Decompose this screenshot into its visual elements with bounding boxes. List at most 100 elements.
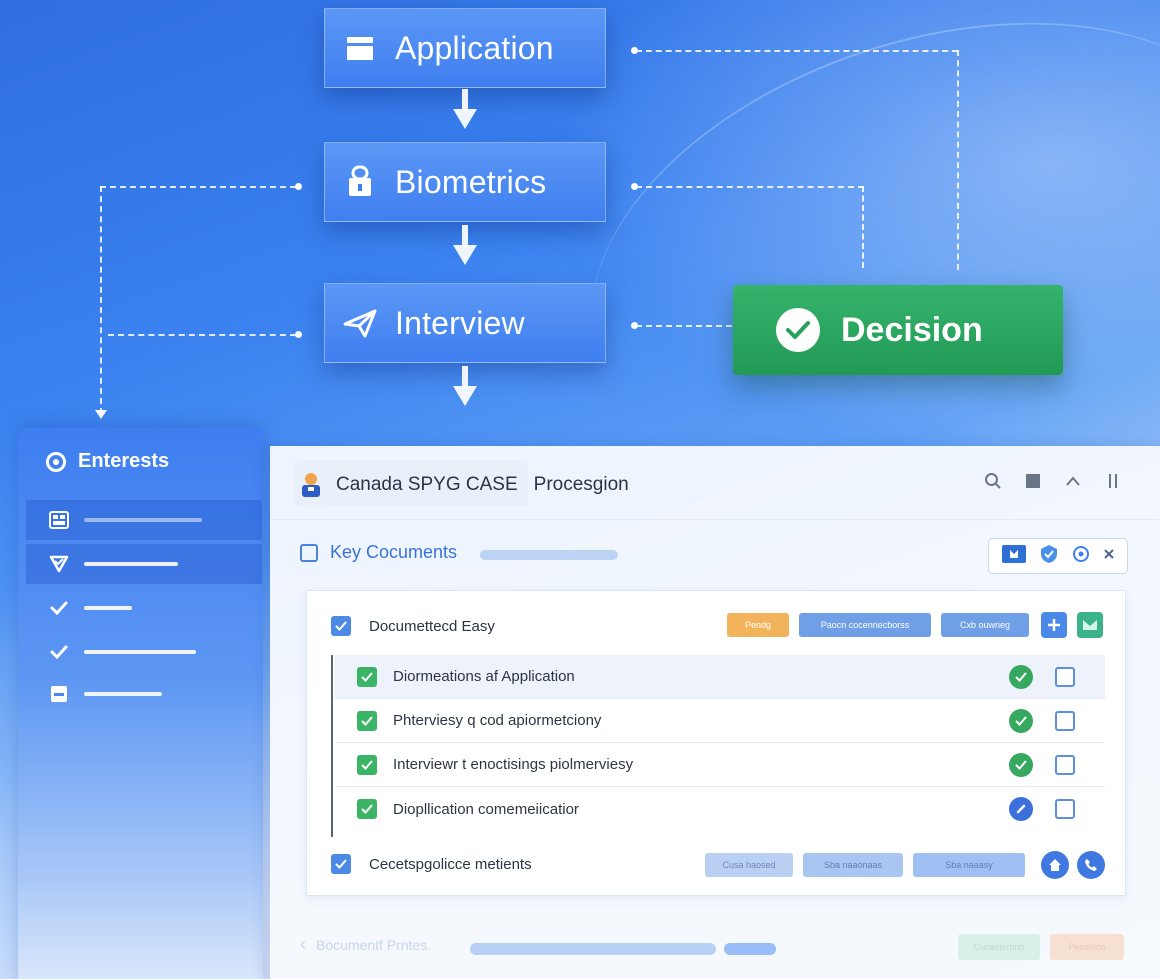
list-item[interactable]: Phterviesy q cod apiormetciony <box>335 699 1105 743</box>
section-actions <box>988 538 1128 574</box>
flow-step-label: Application <box>395 29 554 66</box>
checkbox-checked[interactable] <box>357 666 377 687</box>
status-pill[interactable]: Paocn cocennecborss <box>799 613 931 637</box>
home-button[interactable] <box>1041 851 1069 879</box>
sidebar-item-grid[interactable] <box>26 500 262 540</box>
flow-step-interview[interactable]: Interview <box>324 283 606 363</box>
flow-step-application[interactable]: Application <box>324 8 606 88</box>
add-button[interactable] <box>1041 612 1067 638</box>
list-item-label: Phterviesy q cod apiormetciony <box>393 712 602 729</box>
target-icon <box>46 451 66 472</box>
sidebar-item-minus[interactable] <box>26 674 262 714</box>
decision-label: Decision <box>841 310 983 349</box>
shield-check-icon <box>48 555 70 573</box>
settings-circle-icon[interactable] <box>1072 545 1090 568</box>
bottom-label: Bocumentf Prntes. <box>316 936 432 953</box>
sidebar: Enterests <box>18 428 263 979</box>
row-select-checkbox[interactable] <box>1055 754 1075 775</box>
checkbox-checked[interactable] <box>357 710 377 731</box>
status-pill[interactable]: Cxb ouwneg <box>941 613 1029 637</box>
row-select-checkbox[interactable] <box>1055 799 1075 819</box>
row-select-checkbox[interactable] <box>1055 710 1075 731</box>
chevron-left-icon[interactable]: ‹ <box>300 934 306 955</box>
section-key-documents: Key Cocuments <box>300 542 457 563</box>
connector-line <box>100 186 102 414</box>
check-icon <box>48 643 70 661</box>
chevron-up-icon[interactable] <box>1064 472 1082 490</box>
minus-square-icon <box>48 685 70 703</box>
connector-line <box>636 50 958 52</box>
list-item-label: Diormeations af Application <box>393 668 575 685</box>
main-panel: Canada SPYG CASE Procesgion Key Cocument… <box>270 446 1160 979</box>
connector-line <box>108 334 296 336</box>
panel-header: Canada SPYG CASE Procesgion <box>270 446 1160 520</box>
bottom-strip: ‹ Bocumentf Prntes. <box>300 934 431 955</box>
in-progress-status-icon <box>1009 797 1033 821</box>
phone-button[interactable] <box>1077 851 1105 879</box>
connector-line <box>636 186 864 188</box>
list-item[interactable]: Interviewr t enoctisings piolmerviesy <box>335 743 1105 787</box>
header-checkbox[interactable] <box>331 616 351 636</box>
connector-line <box>862 186 864 268</box>
flow-step-biometrics[interactable]: Biometrics <box>324 142 606 222</box>
status-pill[interactable]: Sba naaasy <box>913 853 1025 877</box>
document-icon <box>325 33 395 63</box>
sidebar-item-label <box>84 518 202 522</box>
sidebar-title-text: Enterests <box>78 450 170 472</box>
case-subtitle: Procesgion <box>533 474 629 495</box>
status-pill[interactable]: Peceinoo <box>1050 934 1124 960</box>
sidebar-item-check-2[interactable] <box>26 632 262 672</box>
connector-line <box>957 50 959 270</box>
bottom-progress-segment <box>724 943 776 955</box>
close-icon[interactable] <box>1103 547 1115 565</box>
search-icon[interactable] <box>984 472 1002 490</box>
connector-dot <box>631 322 638 329</box>
status-pill[interactable]: Cusa haosed <box>705 853 793 877</box>
shield-check-icon[interactable] <box>1039 544 1059 569</box>
connector-arrow <box>95 410 107 419</box>
stop-icon[interactable] <box>1024 472 1042 490</box>
status-pill[interactable]: Sba naaonaas <box>803 853 903 877</box>
check-circle-icon <box>776 308 820 352</box>
flow-arrow <box>453 225 477 267</box>
sidebar-item-label <box>84 692 162 696</box>
mail-button[interactable] <box>1077 612 1103 638</box>
documents-header-label: Documettecd Easy <box>369 617 495 635</box>
header-tools <box>984 472 1122 490</box>
sidebar-item-label <box>84 650 196 654</box>
footer-checkbox[interactable] <box>331 854 351 874</box>
list-item-label: Diopllication comemeiicatior <box>393 800 579 818</box>
list-item-label: Interviewr t enoctisings piolmerviesy <box>393 756 634 773</box>
flow-arrow <box>453 366 477 408</box>
sidebar-item-label <box>84 606 132 610</box>
sidebar-item-check-1[interactable] <box>26 588 262 628</box>
lock-icon <box>325 165 395 199</box>
sidebar-item-shield[interactable] <box>26 544 262 584</box>
send-icon <box>325 308 395 338</box>
flow-step-decision[interactable]: Decision <box>733 285 1063 375</box>
check-icon <box>48 599 70 617</box>
complete-status-icon <box>1009 664 1033 689</box>
person-icon <box>300 472 322 498</box>
checkbox-checked[interactable] <box>357 799 377 819</box>
connector-dot <box>295 331 302 338</box>
list-item[interactable]: Diopllication comemeiicatior <box>335 787 1105 831</box>
checkbox-checked[interactable] <box>357 754 377 775</box>
pause-icon[interactable] <box>1104 472 1122 490</box>
bottom-progress-bar <box>470 943 716 955</box>
list-item[interactable]: Diormeations af Application <box>335 655 1105 699</box>
status-pill[interactable]: Cucastemno <box>958 934 1040 960</box>
section-progress-bar <box>480 550 618 560</box>
flag-icon[interactable] <box>1001 544 1026 568</box>
section-checkbox[interactable] <box>300 543 318 562</box>
row-select-checkbox[interactable] <box>1055 666 1075 687</box>
flow-step-label: Biometrics <box>395 163 547 200</box>
case-title-text: Canada SPYG CASE <box>336 474 518 495</box>
documents-footer-label: Cecetspgolicce metients <box>369 855 532 873</box>
section-title: Key Cocuments <box>330 542 458 562</box>
connector-dot <box>631 183 638 190</box>
grid-icon <box>48 511 70 529</box>
connector-dot <box>631 47 638 54</box>
sidebar-item-label <box>84 562 178 566</box>
pending-pill[interactable]: Pendg <box>727 613 789 637</box>
